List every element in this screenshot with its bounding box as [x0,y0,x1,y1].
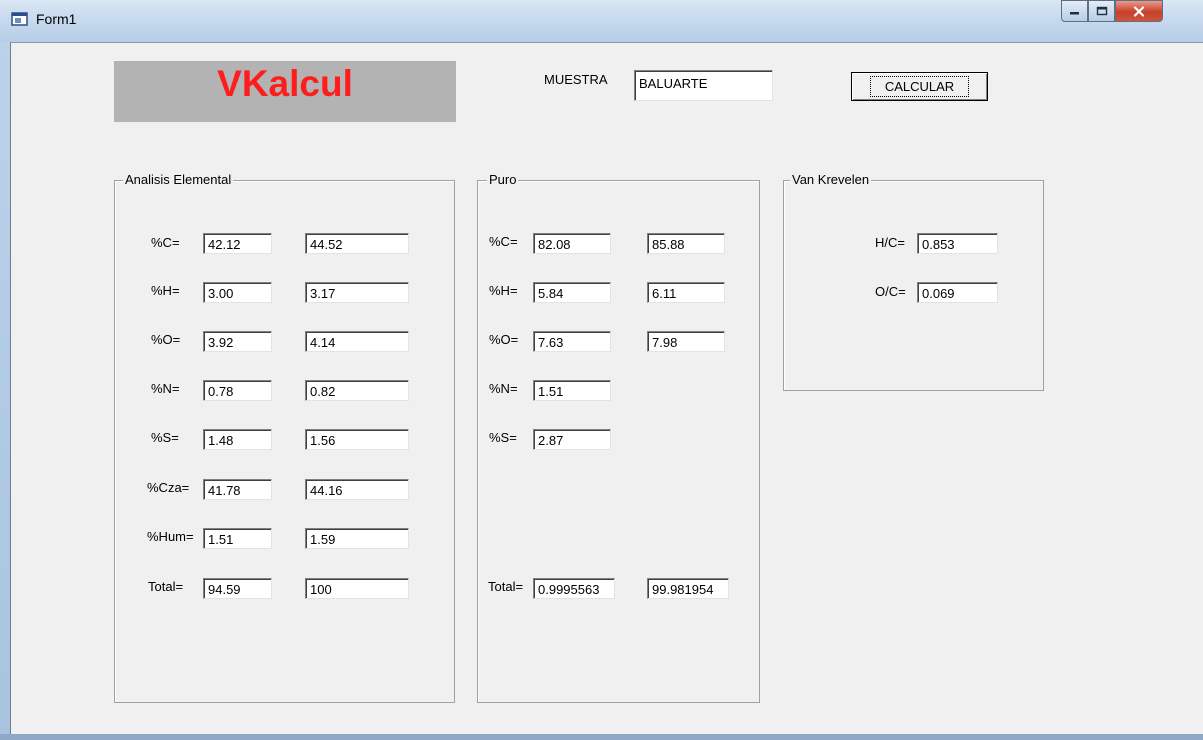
analisis-elemental-title: Analisis Elemental [123,172,234,188]
analisis-o-label: %O= [151,332,181,347]
puro-h-input-2[interactable]: 6.11 [647,282,725,303]
muestra-input[interactable]: BALUARTE [634,70,773,101]
muestra-label: MUESTRA [544,72,608,87]
puro-c-input-1[interactable]: 82.08 [533,233,611,254]
maximize-button[interactable] [1088,0,1115,22]
calcular-button-label: CALCULAR [869,76,970,97]
analisis-s-input-2[interactable]: 1.56 [305,429,409,450]
close-button[interactable] [1115,0,1163,22]
calcular-button[interactable]: CALCULAR [851,72,988,101]
puro-total-label: Total= [488,579,524,594]
analisis-c-label: %C= [151,235,180,250]
form-icon [11,12,28,26]
analisis-hum-label: %Hum= [147,529,194,544]
van-krevelen-hc-label: H/C= [875,235,905,250]
van-krevelen-oc-input[interactable]: 0.069 [917,282,998,303]
analisis-n-input-1[interactable]: 0.78 [203,380,272,401]
puro-total-input-1[interactable]: 0.9995563 [533,578,615,599]
puro-h-input-1[interactable]: 5.84 [533,282,611,303]
form-client-area: VKalcul MUESTRA BALUARTE CALCULAR Analis… [10,42,1203,735]
analisis-s-input-1[interactable]: 1.48 [203,429,272,450]
analisis-c-input-2[interactable]: 44.52 [305,233,409,254]
analisis-total-input-2[interactable]: 100 [305,578,409,599]
app-logo-banner: VKalcul [114,61,456,122]
puro-h-label: %H= [489,283,518,298]
van-krevelen-frame: Van Krevelen [783,172,1044,391]
van-krevelen-title: Van Krevelen [790,172,872,188]
maximize-icon [1096,6,1107,16]
analisis-c-input-1[interactable]: 42.12 [203,233,272,254]
puro-s-label: %S= [489,430,517,445]
puro-c-input-2[interactable]: 85.88 [647,233,725,254]
analisis-cza-input-1[interactable]: 41.78 [203,479,272,500]
puro-c-label: %C= [489,234,518,249]
analisis-h-input-2[interactable]: 3.17 [305,282,409,303]
puro-n-label: %N= [489,381,518,396]
van-krevelen-hc-input[interactable]: 0.853 [917,233,998,254]
puro-frame: Puro [477,172,760,703]
analisis-cza-input-2[interactable]: 44.16 [305,479,409,500]
minimize-icon [1069,12,1079,15]
analisis-hum-input-1[interactable]: 1.51 [203,528,272,549]
puro-o-label: %O= [489,332,519,347]
app-logo-text: VKalcul [217,63,353,104]
window-title: Form1 [36,11,77,27]
analisis-h-label: %H= [151,283,180,298]
analisis-total-label: Total= [148,579,184,594]
minimize-button[interactable] [1061,0,1088,22]
analisis-cza-label: %Cza= [147,480,190,495]
window-bottom-border [0,734,1203,740]
analisis-o-input-2[interactable]: 4.14 [305,331,409,352]
van-krevelen-oc-label: O/C= [875,284,906,299]
analisis-s-label: %S= [151,430,179,445]
puro-o-input-2[interactable]: 7.98 [647,331,725,352]
analisis-h-input-1[interactable]: 3.00 [203,282,272,303]
analisis-total-input-1[interactable]: 94.59 [203,578,272,599]
analisis-hum-input-2[interactable]: 1.59 [305,528,409,549]
puro-title: Puro [487,172,519,188]
puro-s-input-1[interactable]: 2.87 [533,429,611,450]
analisis-n-label: %N= [151,381,180,396]
puro-n-input-1[interactable]: 1.51 [533,380,611,401]
app-window: Form1 VKalcul MUESTRA BALUARTE CALCULAR … [0,0,1203,740]
title-bar[interactable]: Form1 [0,0,1203,42]
analisis-o-input-1[interactable]: 3.92 [203,331,272,352]
puro-total-input-2[interactable]: 99.981954 [647,578,729,599]
puro-o-input-1[interactable]: 7.63 [533,331,611,352]
close-icon [1133,5,1145,17]
analisis-n-input-2[interactable]: 0.82 [305,380,409,401]
